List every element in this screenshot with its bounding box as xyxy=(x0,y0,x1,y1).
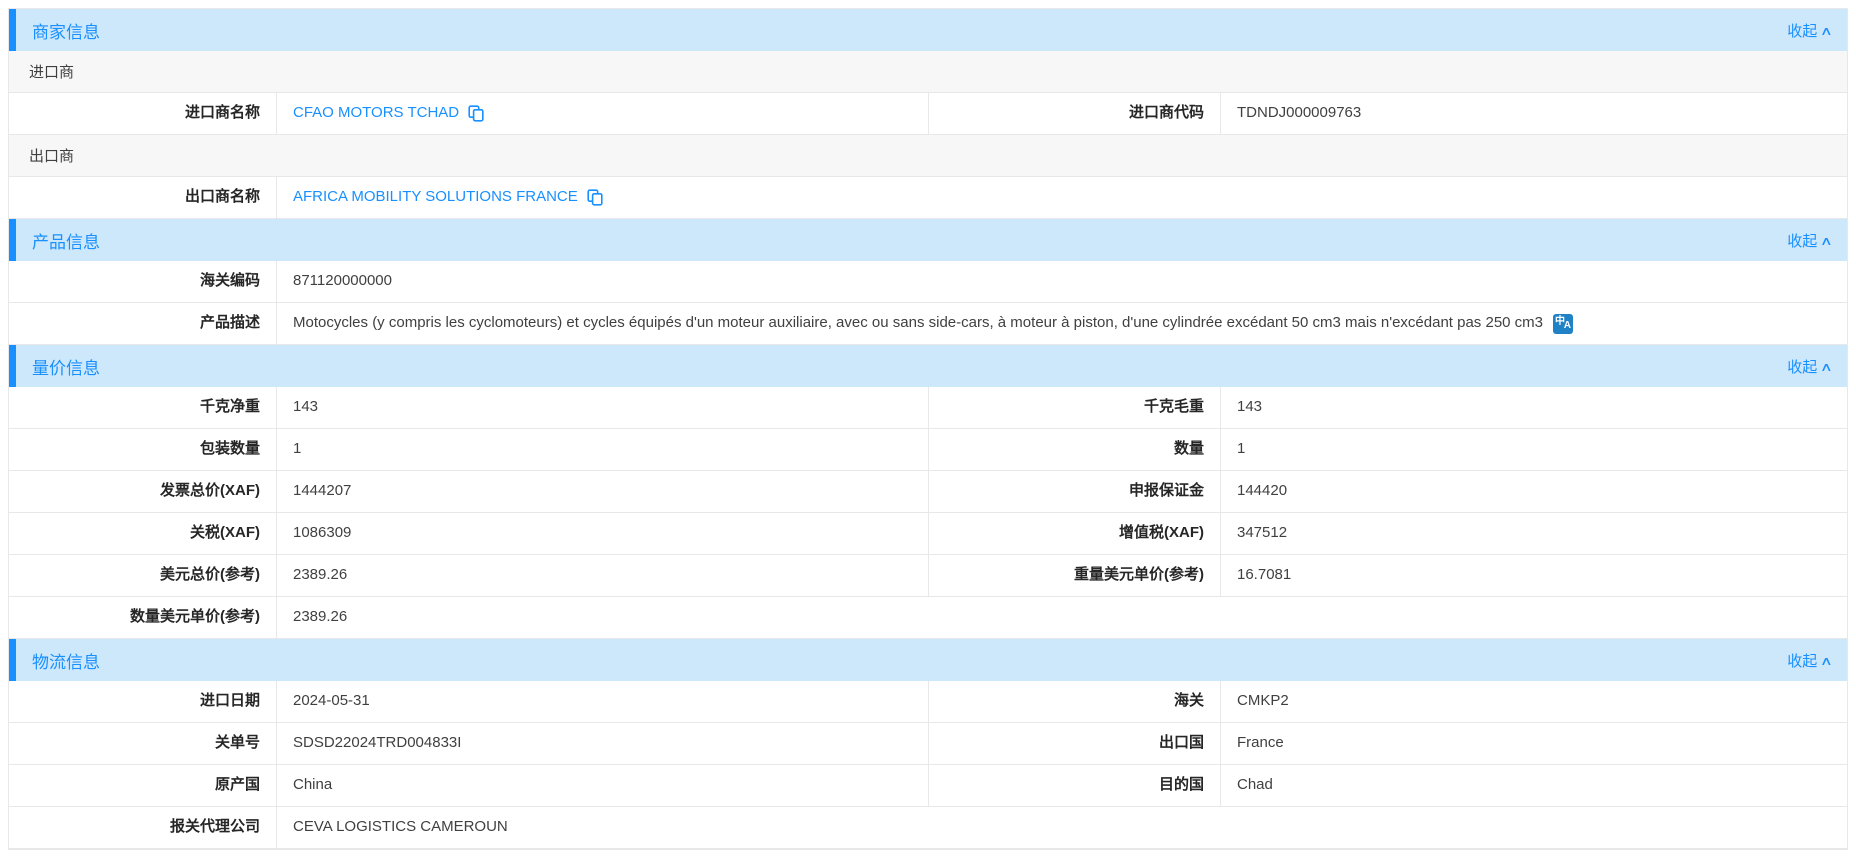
table-row-importer: 进口商名称 CFAO MOTORS TCHAD 进口商代码 TDNDJ00000… xyxy=(9,93,1847,135)
product-description-text: Motocycles (y compris les cyclomoteurs) … xyxy=(293,313,1543,333)
trade-record-detail-panel: 商家信息 收起∧ 进口商 进口商名称 CFAO MOTORS TCHAD 进口商… xyxy=(8,8,1848,850)
field-value: 144420 xyxy=(1221,471,1847,512)
translate-icon[interactable]: 中A xyxy=(1553,314,1573,334)
table-row-customs-broker: 报关代理公司 CEVA LOGISTICS CAMEROUN xyxy=(9,807,1847,849)
field-value: 1 xyxy=(277,429,929,470)
chevron-up-icon: ∧ xyxy=(1820,360,1833,374)
field-value: 1086309 xyxy=(277,513,929,554)
product-description-label: 产品描述 xyxy=(9,303,277,344)
field-value: 16.7081 xyxy=(1221,555,1847,596)
importer-name-link[interactable]: CFAO MOTORS TCHAD xyxy=(293,103,459,123)
collapse-button-product-info[interactable]: 收起∧ xyxy=(1787,230,1831,251)
field-label: 申报保证金 xyxy=(929,471,1221,512)
field-label: 数量 xyxy=(929,429,1221,470)
section-header-logistics-info: 物流信息 收起∧ xyxy=(9,639,1847,681)
section-header-product-info: 产品信息 收起∧ xyxy=(9,219,1847,261)
table-row-product-description: 产品描述 Motocycles (y compris les cyclomote… xyxy=(9,303,1847,345)
collapse-button-merchant-info[interactable]: 收起∧ xyxy=(1787,20,1831,41)
field-label: 发票总价(XAF) xyxy=(9,471,277,512)
table-row-net-weight: 千克净重 143 千克毛重 143 xyxy=(9,387,1847,429)
field-value: 1444207 xyxy=(277,471,929,512)
importer-code-value: TDNDJ000009763 xyxy=(1221,93,1847,134)
field-value: 143 xyxy=(277,387,929,428)
field-value: 2389.26 xyxy=(277,597,1847,638)
field-value: Chad xyxy=(1221,765,1847,806)
copy-icon[interactable] xyxy=(587,189,603,206)
exporter-name-link[interactable]: AFRICA MOBILITY SOLUTIONS FRANCE xyxy=(293,187,578,207)
table-row-import-date: 进口日期 2024-05-31 海关 CMKP2 xyxy=(9,681,1847,723)
section-header-quantity-price-info: 量价信息 收起∧ xyxy=(9,345,1847,387)
field-label: 千克毛重 xyxy=(929,387,1221,428)
field-label: 千克净重 xyxy=(9,387,277,428)
field-value: France xyxy=(1221,723,1847,764)
field-label: 出口国 xyxy=(929,723,1221,764)
field-label: 增值税(XAF) xyxy=(929,513,1221,554)
field-label: 报关代理公司 xyxy=(9,807,277,848)
exporter-name-cell: AFRICA MOBILITY SOLUTIONS FRANCE xyxy=(277,177,1847,218)
field-label: 进口日期 xyxy=(9,681,277,722)
field-value: 2024-05-31 xyxy=(277,681,929,722)
hs-code-value: 871120000000 xyxy=(277,261,1847,302)
field-label: 包装数量 xyxy=(9,429,277,470)
section-title-merchant-info: 商家信息 xyxy=(32,18,100,43)
table-row-usd-unit-price: 数量美元单价(参考) 2389.26 xyxy=(9,597,1847,639)
field-value: 2389.26 xyxy=(277,555,929,596)
table-row-duty: 关税(XAF) 1086309 增值税(XAF) 347512 xyxy=(9,513,1847,555)
field-value: China xyxy=(277,765,929,806)
table-row-exporter: 出口商名称 AFRICA MOBILITY SOLUTIONS FRANCE xyxy=(9,177,1847,219)
copy-icon[interactable] xyxy=(468,105,484,122)
collapse-button-logistics-info[interactable]: 收起∧ xyxy=(1787,650,1831,671)
table-row-origin-country: 原产国 China 目的国 Chad xyxy=(9,765,1847,807)
section-accent-bar xyxy=(9,639,16,681)
field-label: 海关 xyxy=(929,681,1221,722)
field-value: 143 xyxy=(1221,387,1847,428)
field-value: CEVA LOGISTICS CAMEROUN xyxy=(277,807,1847,848)
field-label: 关单号 xyxy=(9,723,277,764)
section-title-quantity-price-info: 量价信息 xyxy=(32,354,100,379)
chevron-up-icon: ∧ xyxy=(1820,234,1833,248)
field-value: CMKP2 xyxy=(1221,681,1847,722)
table-row-customs-declaration-no: 关单号 SDSD22024TRD004833I 出口国 France xyxy=(9,723,1847,765)
table-row-package-quantity: 包装数量 1 数量 1 xyxy=(9,429,1847,471)
field-value: 1 xyxy=(1221,429,1847,470)
field-label: 原产国 xyxy=(9,765,277,806)
section-accent-bar xyxy=(9,219,16,261)
field-value: 347512 xyxy=(1221,513,1847,554)
field-label: 目的国 xyxy=(929,765,1221,806)
section-title-product-info: 产品信息 xyxy=(32,228,100,253)
field-label: 重量美元单价(参考) xyxy=(929,555,1221,596)
hs-code-label: 海关编码 xyxy=(9,261,277,302)
table-row-usd-total: 美元总价(参考) 2389.26 重量美元单价(参考) 16.7081 xyxy=(9,555,1847,597)
section-accent-bar xyxy=(9,345,16,387)
importer-name-label: 进口商名称 xyxy=(9,93,277,134)
section-title-logistics-info: 物流信息 xyxy=(32,648,100,673)
chevron-up-icon: ∧ xyxy=(1820,24,1833,38)
subsection-exporter: 出口商 xyxy=(9,135,1847,177)
field-label: 美元总价(参考) xyxy=(9,555,277,596)
collapse-button-quantity-price-info[interactable]: 收起∧ xyxy=(1787,356,1831,377)
importer-name-cell: CFAO MOTORS TCHAD xyxy=(277,93,929,134)
subsection-importer: 进口商 xyxy=(9,51,1847,93)
exporter-name-label: 出口商名称 xyxy=(9,177,277,218)
section-header-merchant-info: 商家信息 收起∧ xyxy=(9,9,1847,51)
importer-code-label: 进口商代码 xyxy=(929,93,1221,134)
table-row-invoice-total: 发票总价(XAF) 1444207 申报保证金 144420 xyxy=(9,471,1847,513)
section-accent-bar xyxy=(9,9,16,51)
chevron-up-icon: ∧ xyxy=(1820,654,1833,668)
table-row-hs-code: 海关编码 871120000000 xyxy=(9,261,1847,303)
field-label: 数量美元单价(参考) xyxy=(9,597,277,638)
product-description-cell: Motocycles (y compris les cyclomoteurs) … xyxy=(277,303,1847,344)
field-value: SDSD22024TRD004833I xyxy=(277,723,929,764)
field-label: 关税(XAF) xyxy=(9,513,277,554)
